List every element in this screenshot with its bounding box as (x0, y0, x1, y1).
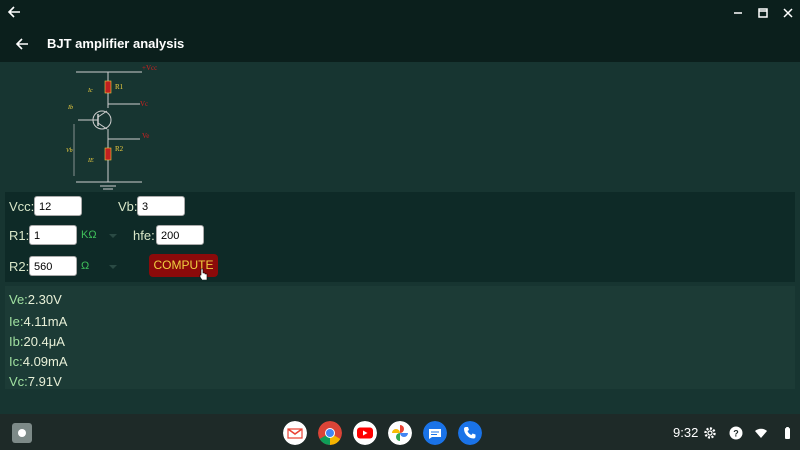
ie-label: IE (87, 158, 94, 164)
result-vc: Vc:7.91V (9, 374, 62, 389)
results-panel (5, 286, 795, 389)
gmail-icon[interactable] (283, 421, 307, 445)
r2-unit-select[interactable]: Ω (81, 260, 89, 272)
photos-icon[interactable] (388, 421, 412, 445)
clock[interactable]: 9:32 (673, 425, 698, 440)
r2-unit-dropdown-icon[interactable] (109, 265, 117, 269)
result-ib: Ib:20.4μA (9, 334, 65, 349)
close-icon[interactable] (780, 5, 796, 21)
svg-text:?: ? (733, 429, 739, 439)
hfe-label-text: hfe: (133, 228, 155, 243)
vb-input[interactable]: 3 (137, 196, 185, 216)
vcc-input[interactable]: 12 (34, 196, 82, 216)
page-title: BJT amplifier analysis (47, 36, 185, 51)
result-ve: Ve:2.30V (9, 292, 62, 307)
vcc-label-text: Vcc: (9, 199, 35, 214)
window-titlebar (0, 0, 800, 26)
maximize-icon[interactable] (755, 5, 771, 21)
r1-unit-select[interactable]: KΩ (81, 229, 97, 241)
hfe-input[interactable]: 200 (156, 225, 204, 245)
battery-icon[interactable] (780, 426, 794, 440)
back-arrow-icon[interactable] (14, 36, 30, 52)
help-icon[interactable]: ? (729, 426, 743, 440)
vb-label: Vb (66, 148, 73, 154)
launcher-icon[interactable] (12, 423, 32, 443)
r1-label-text: R1: (9, 228, 30, 243)
app-bar: BJT amplifier analysis (0, 26, 800, 62)
bjt-circuit-diagram: +Vcc R1 Ic Vc Ib Ve R2 IE Vb (66, 64, 157, 190)
chrome-icon[interactable] (318, 421, 342, 445)
wifi-icon[interactable] (754, 426, 768, 440)
ic-label: Ic (87, 88, 93, 94)
ib-label: Ib (67, 105, 73, 111)
r2-input[interactable]: 560 (29, 256, 77, 276)
window-back-icon[interactable] (6, 4, 22, 20)
vb-label-text: Vb: (118, 199, 138, 214)
result-ic: Ic:4.09mA (9, 354, 68, 369)
messages-icon[interactable] (423, 421, 447, 445)
r2-label: R2 (115, 145, 124, 153)
r1-input[interactable]: 1 (29, 225, 77, 245)
youtube-icon[interactable] (353, 421, 377, 445)
phone-icon[interactable] (458, 421, 482, 445)
ve-label: Ve (142, 132, 149, 140)
vcc-label: +Vcc (142, 64, 157, 72)
r1-label: R1 (115, 83, 124, 91)
r1-unit-dropdown-icon[interactable] (109, 234, 117, 238)
r2-label-text: R2: (9, 259, 30, 274)
vc-label: Vc (140, 100, 148, 108)
settings-gear-icon[interactable] (703, 426, 717, 440)
minimize-icon[interactable] (730, 5, 746, 21)
result-ie: Ie:4.11mA (9, 314, 68, 329)
hand-cursor-icon (199, 268, 208, 280)
